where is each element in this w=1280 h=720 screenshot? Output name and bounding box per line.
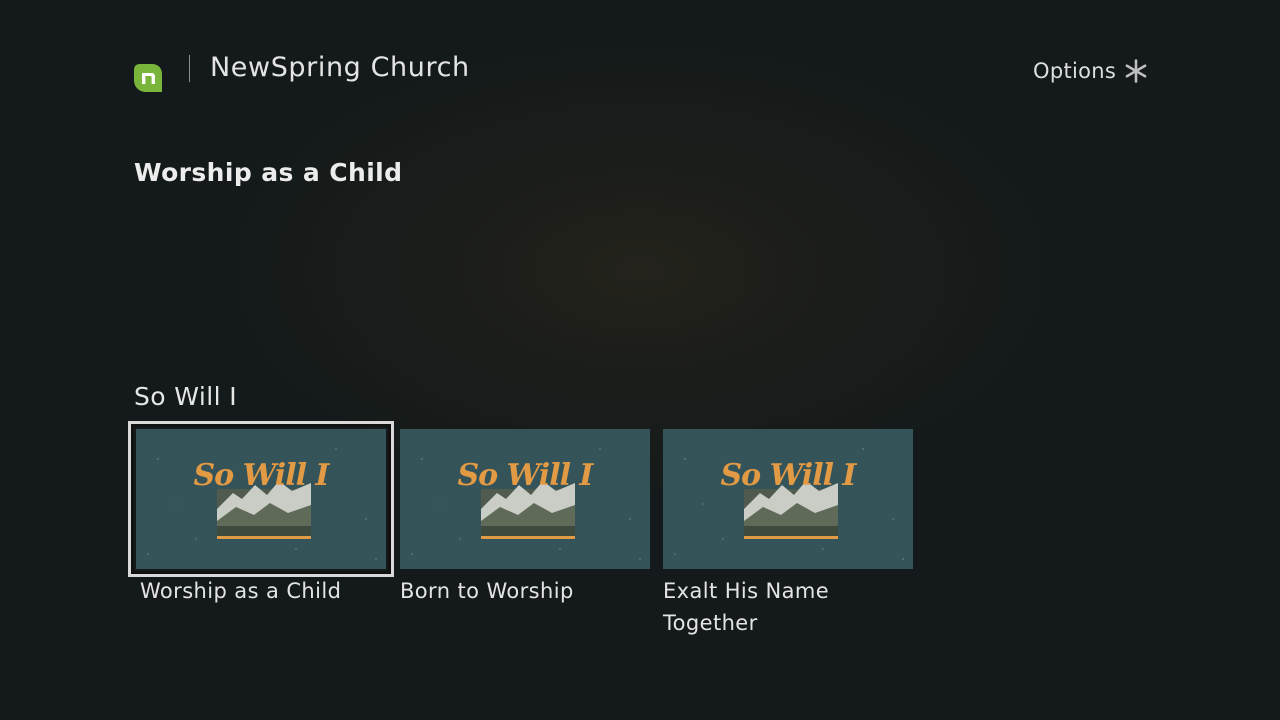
options-button[interactable]: Options (1033, 57, 1148, 85)
tile-label: Born to Worship (400, 579, 574, 603)
tile-exalt-his-name-together[interactable]: So Will I Exalt His Name Together (663, 429, 913, 635)
tile-worship-as-a-child[interactable]: So Will I Worship as a Child (128, 421, 394, 603)
options-label: Options (1033, 59, 1117, 83)
so-will-i-thumbnail: So Will I (136, 429, 386, 569)
so-will-i-thumbnail: So Will I (400, 429, 650, 569)
app-title: NewSpring Church (210, 52, 470, 83)
so-will-i-thumbnail: So Will I (663, 429, 913, 569)
tile-label: Exalt His Name Together (663, 579, 830, 635)
tile-born-to-worship[interactable]: So Will I Born to Worship (400, 429, 650, 603)
asterisk-icon (1125, 59, 1147, 83)
row-title: So Will I (134, 382, 238, 411)
svg-text:So Will I: So Will I (721, 458, 858, 493)
header-divider (189, 55, 190, 82)
newspring-logo-icon[interactable] (134, 62, 162, 92)
tile-label: Worship as a Child (140, 579, 342, 603)
svg-text:So Will I: So Will I (194, 458, 331, 493)
page-title: Worship as a Child (134, 158, 403, 187)
svg-text:So Will I: So Will I (458, 458, 595, 493)
header: NewSpring Church Options (0, 0, 1280, 110)
